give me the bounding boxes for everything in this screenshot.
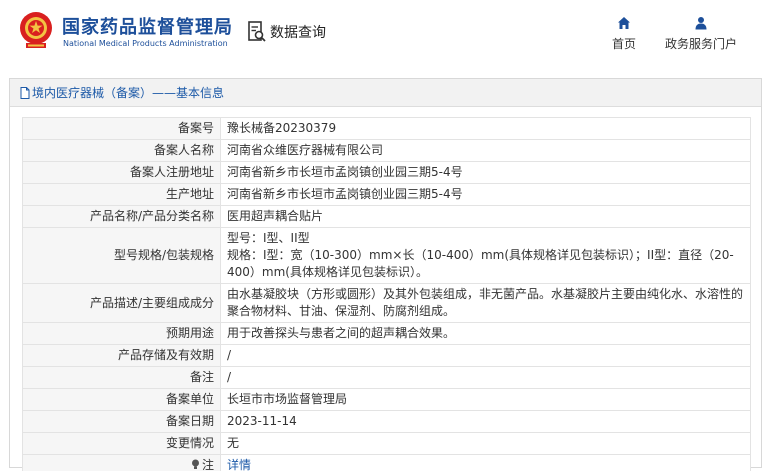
brand-subtitle[interactable]: National Medical Products Administration (63, 39, 228, 48)
header: 国家药品监督管理局 National Medical Products Admi… (0, 0, 764, 66)
row-value: 医用超声耦合贴片 (220, 205, 751, 228)
user-icon (695, 17, 707, 30)
home-icon (618, 17, 630, 29)
row-value: 长垣市市场监督管理局 (220, 388, 751, 411)
spec-line: 规格：I型：宽（10-300）mm×长（10-400）mm(具体规格详见包装标识… (227, 248, 734, 279)
row-label: 备注 (22, 366, 221, 389)
table-row: 备案号 豫长械备20230379 (22, 117, 751, 140)
table-row: 预期用途 用于改善探头与患者之间的超声耦合效果。 (22, 322, 751, 345)
table-row: 注 详情 (22, 454, 751, 471)
row-value: 无 (220, 432, 751, 455)
row-value: 河南省众维医疗器械有限公司 (220, 139, 751, 162)
table-row: 产品存储及有效期 / (22, 344, 751, 367)
section-title: 境内医疗器械（备案）——基本信息 (10, 79, 761, 107)
row-label: 预期用途 (22, 322, 221, 345)
table-row: 备注 / (22, 366, 751, 389)
section-title-text: 境内医疗器械（备案）——基本信息 (32, 86, 225, 100)
detail-panel: 境内医疗器械（备案）——基本信息 备案号 豫长械备20230379 备案人名称 … (9, 78, 762, 471)
row-value: 由水基凝胶块（方形或圆形）及其外包装组成，非无菌产品。水基凝胶片主要由纯化水、水… (220, 283, 751, 323)
data-search-icon (248, 21, 266, 42)
brand-title[interactable]: 国家药品监督管理局 (62, 13, 233, 39)
row-value: / (220, 344, 751, 367)
row-label: 备案日期 (22, 410, 221, 433)
document-icon (20, 86, 30, 99)
table-row: 变更情况 无 (22, 432, 751, 455)
table-row: 备案人名称 河南省众维医疗器械有限公司 (22, 139, 751, 162)
nav-service-portal[interactable]: 政务服务门户 (662, 16, 740, 52)
info-table: 备案号 豫长械备20230379 备案人名称 河南省众维医疗器械有限公司 备案人… (22, 117, 751, 471)
row-label: 备案人名称 (22, 139, 221, 162)
table-row: 备案单位 长垣市市场监督管理局 (22, 388, 751, 411)
row-value: 型号：I型、II型 规格：I型：宽（10-300）mm×长（10-400）mm(… (220, 227, 751, 284)
national-emblem-icon (20, 12, 52, 48)
table-row: 产品描述/主要组成成分 由水基凝胶块（方形或圆形）及其外包装组成，非无菌产品。水… (22, 283, 751, 323)
row-label: 型号规格/包装规格 (22, 227, 221, 284)
table-row: 产品名称/产品分类名称 医用超声耦合贴片 (22, 205, 751, 228)
table-row: 生产地址 河南省新乡市长垣市孟岗镇创业园三期5-4号 (22, 183, 751, 206)
row-label: 产品存储及有效期 (22, 344, 221, 367)
row-value: 用于改善探头与患者之间的超声耦合效果。 (220, 322, 751, 345)
nav-home-label: 首页 (611, 37, 636, 51)
table-row: 型号规格/包装规格 型号：I型、II型 规格：I型：宽（10-300）mm×长（… (22, 227, 751, 284)
table-row: 备案人注册地址 河南省新乡市长垣市孟岗镇创业园三期5-4号 (22, 161, 751, 184)
data-search-logo[interactable]: 数据查询 (248, 20, 326, 44)
row-value: / (220, 366, 751, 389)
row-label: 产品描述/主要组成成分 (22, 283, 221, 323)
note-label-cell: 注 (22, 454, 221, 471)
row-label: 生产地址 (22, 183, 221, 206)
nav-home[interactable]: 首页 (608, 16, 640, 52)
data-search-label: 数据查询 (270, 25, 326, 41)
row-label: 备案单位 (22, 388, 221, 411)
row-label: 备案人注册地址 (22, 161, 221, 184)
row-value: 豫长械备20230379 (220, 117, 751, 140)
row-value: 河南省新乡市长垣市孟岗镇创业园三期5-4号 (220, 161, 751, 184)
row-label: 备案号 (22, 117, 221, 140)
model-line: 型号：I型、II型 (227, 231, 310, 245)
row-value: 河南省新乡市长垣市孟岗镇创业园三期5-4号 (220, 183, 751, 206)
row-label: 产品名称/产品分类名称 (22, 205, 221, 228)
details-link[interactable]: 详情 (227, 458, 251, 471)
row-value: 2023-11-14 (220, 410, 751, 433)
row-label: 变更情况 (22, 432, 221, 455)
row-label: 注 (201, 458, 214, 471)
nav-service-label: 政务服务门户 (664, 37, 737, 51)
note-icon (191, 459, 199, 469)
table-row: 备案日期 2023-11-14 (22, 410, 751, 433)
row-value: 详情 (220, 454, 751, 471)
